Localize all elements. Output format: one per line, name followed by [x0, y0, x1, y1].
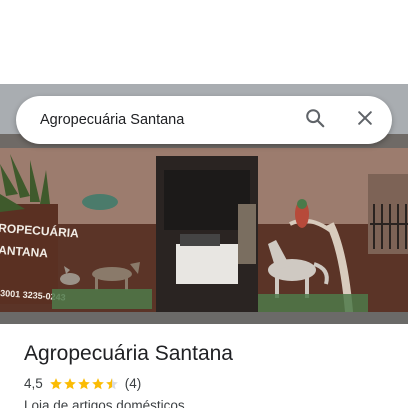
- rating-value: 4,5: [24, 376, 43, 391]
- place-category[interactable]: Loja de artigos domésticos: [24, 398, 185, 408]
- star-icon: [77, 377, 90, 389]
- search-input[interactable]: Agropecuária Santana: [16, 112, 295, 128]
- star-rating: [49, 377, 119, 391]
- rating-row[interactable]: 4,5 (4): [24, 376, 141, 391]
- search-bar[interactable]: Agropecuária Santana: [16, 96, 392, 144]
- star-icon: [63, 377, 76, 389]
- place-info-panel: Agropecuária Santana 4,5 (4) Loja de art…: [0, 324, 408, 408]
- star-icon: [91, 377, 104, 389]
- star-icon: [49, 377, 62, 389]
- place-title: Agropecuária Santana: [24, 342, 233, 365]
- close-icon: [355, 108, 375, 133]
- clear-search-button[interactable]: [345, 100, 385, 140]
- star-icon: [105, 377, 118, 389]
- place-details-page: ROPECUÁRIA ANTANA 3001 3235-0243 Agropec…: [0, 0, 408, 408]
- search-icon: [304, 107, 326, 134]
- review-count[interactable]: (4): [125, 376, 142, 391]
- search-button[interactable]: [295, 100, 335, 140]
